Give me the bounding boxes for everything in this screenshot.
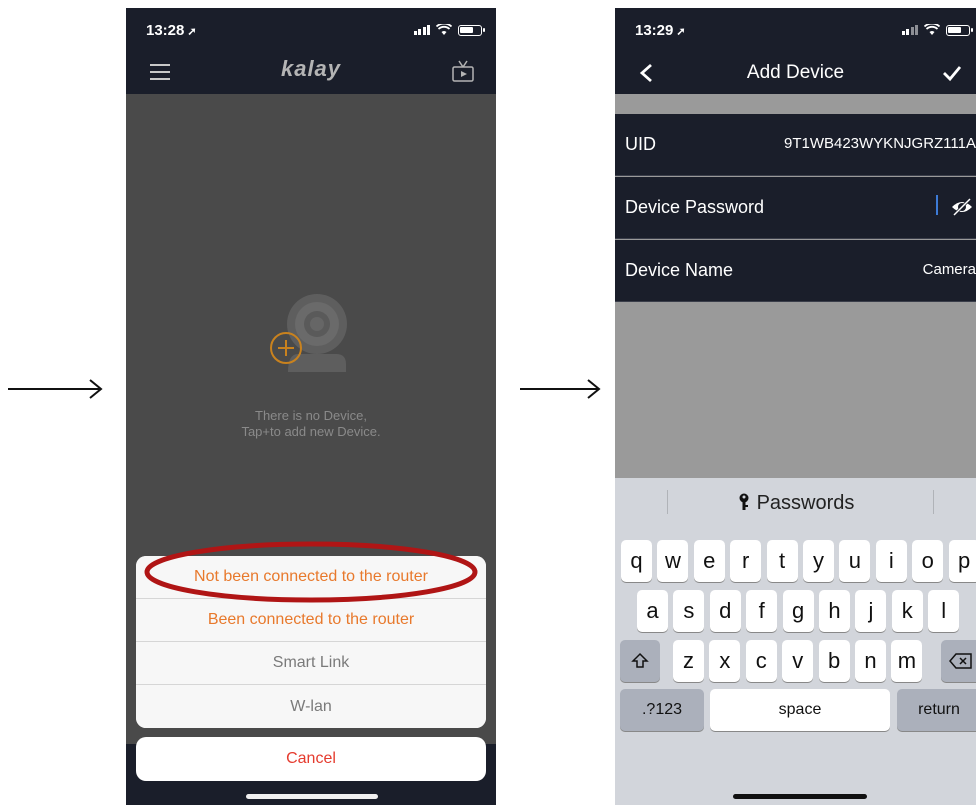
nav-bar: 13:29 ➚ Add Device (615, 8, 976, 94)
key-o[interactable]: o (912, 540, 944, 582)
status-bar: 13:29 ➚ (615, 8, 976, 52)
home-indicator[interactable] (733, 794, 867, 799)
signal-icon (413, 25, 430, 35)
arrow-right-icon (8, 377, 104, 401)
key-r[interactable]: r (730, 540, 762, 582)
option-w-lan[interactable]: W-lan (136, 685, 486, 728)
key-g[interactable]: g (782, 590, 814, 632)
status-bar: 13:28 ➚ (126, 8, 496, 52)
form-background (615, 304, 976, 478)
add-camera-icon[interactable] (266, 292, 356, 382)
arrow-right-icon (520, 377, 602, 401)
status-icons (413, 24, 485, 36)
eye-hidden-icon[interactable] (950, 197, 974, 217)
empty-state-message: There is no Device, Tap+to add new Devic… (126, 408, 496, 440)
keyboard-suggestion-bar: Passwords (615, 478, 976, 528)
key-e[interactable]: e (693, 540, 725, 582)
option-not-connected[interactable]: Not been connected to the router (136, 556, 486, 599)
key-j[interactable]: j (855, 590, 887, 632)
return-key[interactable]: return (897, 689, 976, 731)
text-cursor (936, 195, 938, 215)
status-time: 13:28 ➚ (146, 22, 197, 39)
key-k[interactable]: k (891, 590, 923, 632)
connection-action-sheet: Not been connected to the router Been co… (136, 556, 486, 728)
device-name-label: Device Name (625, 260, 734, 280)
key-v[interactable]: v (782, 640, 814, 682)
battery-icon (946, 24, 973, 36)
signal-icon (901, 25, 918, 35)
backspace-icon (949, 653, 972, 669)
device-name-value: Camera (922, 261, 976, 278)
status-time: 13:29 ➚ (635, 22, 686, 39)
key-a[interactable]: a (637, 590, 668, 632)
key-l[interactable]: l (928, 590, 960, 632)
section-gap (615, 94, 976, 114)
passwords-label: Passwords (756, 492, 855, 514)
ios-keyboard: Passwords qwertyuiop asdfghjkl zxcvbnm .… (615, 478, 976, 805)
key-z[interactable]: z (673, 640, 704, 682)
key-s[interactable]: s (673, 590, 705, 632)
wifi-icon (436, 24, 452, 35)
password-label: Device Password (625, 197, 765, 217)
nav-bar: 13:28 ➚ kalay (126, 8, 496, 94)
key-m[interactable]: m (891, 640, 923, 682)
key-x[interactable]: x (709, 640, 741, 682)
uid-label: UID (625, 134, 656, 154)
tv-play-icon[interactable] (452, 60, 474, 82)
key-i[interactable]: i (875, 540, 907, 582)
key-icon (739, 493, 749, 510)
key-b[interactable]: b (818, 640, 850, 682)
key-c[interactable]: c (745, 640, 777, 682)
key-u[interactable]: u (839, 540, 871, 582)
phone-screen-add-device: 13:29 ➚ Add Device UID 9T1WB423WYKNJGRZ11… (615, 8, 976, 805)
space-key[interactable]: space (710, 689, 890, 731)
option-connected[interactable]: Been connected to the router (136, 599, 486, 642)
empty-line-2: Tap+to add new Device. (241, 424, 381, 439)
key-p[interactable]: p (948, 540, 976, 582)
home-indicator[interactable] (246, 794, 378, 799)
key-t[interactable]: t (766, 540, 798, 582)
option-smart-link[interactable]: Smart Link (136, 642, 486, 685)
cancel-button[interactable]: Cancel (136, 737, 486, 781)
key-q[interactable]: q (621, 540, 652, 582)
shift-key[interactable] (620, 640, 660, 682)
app-logo: kalay (280, 56, 342, 81)
key-d[interactable]: d (709, 590, 741, 632)
uid-row[interactable]: UID 9T1WB423WYKNJGRZ111A (615, 114, 976, 176)
checkmark-icon[interactable] (942, 64, 962, 82)
key-h[interactable]: h (819, 590, 850, 632)
location-icon: ➚ (187, 26, 197, 38)
key-n[interactable]: n (855, 640, 886, 682)
uid-value: 9T1WB423WYKNJGRZ111A (783, 135, 976, 152)
password-row[interactable]: Device Password (615, 177, 976, 239)
delete-key[interactable] (941, 640, 976, 682)
key-y[interactable]: y (803, 540, 834, 582)
battery-icon (458, 24, 485, 36)
empty-line-1: There is no Device, (255, 408, 367, 423)
page-title: Add Device (746, 62, 845, 83)
key-f[interactable]: f (746, 590, 778, 632)
key-w[interactable]: w (657, 540, 689, 582)
phone-screen-device-list: 13:28 ➚ kalay There is no Device, Tap+to… (126, 8, 496, 805)
wifi-icon (924, 24, 940, 35)
numbers-key[interactable]: .?123 (620, 689, 704, 731)
device-name-row[interactable]: Device Name Camera (615, 240, 976, 302)
status-icons (901, 24, 973, 36)
shift-icon (631, 652, 649, 668)
location-icon: ➚ (676, 26, 686, 38)
passwords-suggestion[interactable]: Passwords (615, 492, 976, 515)
tutorial-stage: 13:28 ➚ kalay There is no Device, Tap+to… (0, 0, 976, 805)
